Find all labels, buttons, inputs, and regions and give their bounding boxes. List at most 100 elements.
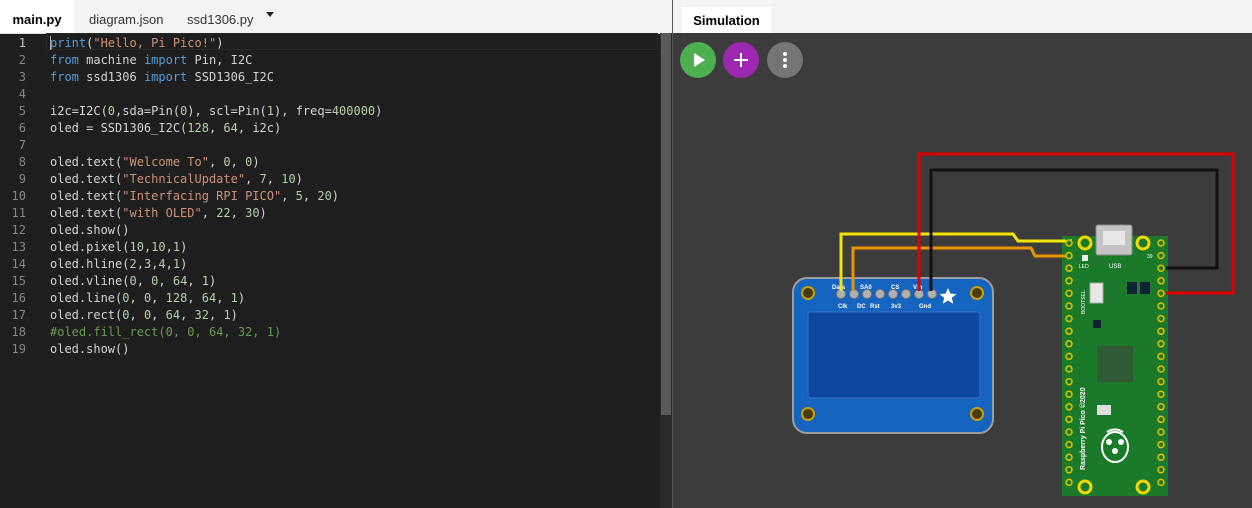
- code-line[interactable]: 12 oled.show(): [0, 222, 660, 239]
- pico-pin[interactable]: [1157, 302, 1165, 310]
- code-token: ): [331, 189, 340, 203]
- code-line[interactable]: 13 oled.pixel(10,10,1): [0, 239, 660, 256]
- oled-mount-hole-icon: [970, 407, 984, 421]
- pico-pin[interactable]: [1157, 264, 1165, 272]
- pico-pin[interactable]: [1065, 415, 1073, 424]
- pico-pin[interactable]: [1157, 415, 1165, 424]
- code-line[interactable]: 2 from machine import Pin, I2C: [0, 52, 660, 69]
- code-token: 0: [107, 104, 116, 118]
- pico-pin[interactable]: [1065, 340, 1073, 348]
- editor-scrollbar[interactable]: [660, 33, 672, 508]
- oled-pin[interactable]: [901, 289, 911, 299]
- pico-pin[interactable]: [1065, 453, 1073, 461]
- more-options-button[interactable]: [767, 42, 803, 78]
- pico-pin[interactable]: [1065, 377, 1073, 386]
- editor-scrollbar-thumb[interactable]: [661, 33, 671, 415]
- code-line[interactable]: 11 oled.text("with OLED", 22, 30): [0, 205, 660, 222]
- pico-pin[interactable]: [1065, 478, 1073, 487]
- pico-pin[interactable]: [1157, 478, 1165, 487]
- tab-ssd1306-py[interactable]: ssd1306.py: [187, 0, 254, 33]
- oled-label-3v3: 3v3: [891, 304, 902, 310]
- pico-pin[interactable]: [1065, 403, 1073, 411]
- code-token: 1: [201, 274, 209, 288]
- tabs-dropdown-icon[interactable]: [266, 12, 274, 17]
- code-token: 64: [223, 121, 238, 135]
- pico-pin[interactable]: [1065, 390, 1073, 398]
- code-token: ), freq=: [274, 104, 332, 118]
- code-line[interactable]: 15 oled.vline(0, 0, 64, 1): [0, 273, 660, 290]
- mount-hole-icon: [1077, 479, 1093, 495]
- code-token: 7: [259, 172, 267, 186]
- pico-pin[interactable]: [1157, 340, 1165, 348]
- code-line[interactable]: 16 oled.line(0, 0, 128, 64, 1): [0, 290, 660, 307]
- code-token: ,: [136, 274, 152, 288]
- oled-label-clk: Clk: [838, 304, 848, 310]
- line-number: 17: [11, 308, 26, 322]
- pico-pin[interactable]: [1157, 314, 1165, 323]
- code-token: oled.vline(: [50, 274, 130, 288]
- pico-pin[interactable]: [1065, 289, 1073, 298]
- code-line[interactable]: 3 from ssd1306 import SSD1306_I2C: [0, 69, 660, 86]
- pico-pin[interactable]: [1065, 327, 1073, 335]
- oled-pin[interactable]: [875, 289, 885, 299]
- oled-display[interactable]: Data SA0 CS Vin Clk DC Rst 3v3 Gnd: [792, 277, 994, 434]
- oled-screen: [807, 311, 981, 399]
- code-line[interactable]: 14 oled.hline(2,3,4,1): [0, 256, 660, 273]
- pico-pin[interactable]: [1157, 239, 1165, 247]
- code-editor-panel: main.py diagram.json ssd1306.py 1 print("…: [0, 0, 672, 508]
- code-token: 10: [151, 240, 166, 254]
- pico-pin[interactable]: [1157, 365, 1165, 373]
- raspberry-pi-pico[interactable]: USB LED 1 2 39 BOOTSEL Raspberry Pi Pico…: [1062, 224, 1168, 496]
- pico-pin[interactable]: [1157, 352, 1165, 361]
- pico-pin[interactable]: [1065, 466, 1073, 474]
- code-text: from ssd1306 import SSD1306_I2C: [50, 69, 274, 86]
- pico-pin[interactable]: [1065, 239, 1073, 247]
- pico-pin[interactable]: [1157, 466, 1165, 474]
- code-line[interactable]: 19 oled.show(): [0, 341, 660, 358]
- pico-pin[interactable]: [1157, 453, 1165, 461]
- pico-pin[interactable]: [1065, 277, 1073, 285]
- bootsel-button[interactable]: [1089, 282, 1104, 304]
- pico-pin[interactable]: [1157, 327, 1165, 335]
- start-simulation-button[interactable]: [680, 42, 716, 78]
- line-number: 18: [11, 325, 26, 339]
- tab-simulation[interactable]: Simulation: [682, 7, 771, 33]
- pico-pin[interactable]: [1157, 428, 1165, 436]
- pico-pin[interactable]: [1065, 428, 1073, 436]
- pico-pin[interactable]: [1157, 377, 1165, 386]
- tab-diagram-json[interactable]: diagram.json: [89, 0, 163, 33]
- code-line[interactable]: 18 #oled.fill_rect(0, 0, 64, 32, 1): [0, 324, 660, 341]
- pico-pin[interactable]: [1065, 302, 1073, 310]
- pico-pin[interactable]: [1065, 352, 1073, 361]
- tab-main-py[interactable]: main.py: [0, 0, 74, 33]
- code-token: oled.show(): [50, 223, 130, 237]
- code-line[interactable]: 1 print("Hello, Pi Pico!"): [0, 35, 660, 52]
- code-line[interactable]: 9 oled.text("TechnicalUpdate", 7, 10): [0, 171, 660, 188]
- add-part-button[interactable]: [723, 42, 759, 78]
- pico-pin[interactable]: [1065, 264, 1073, 272]
- pico-pin[interactable]: [1157, 277, 1165, 285]
- code-line[interactable]: 10 oled.text("Interfacing RPI PICO", 5, 2…: [0, 188, 660, 205]
- pico-pin[interactable]: [1157, 440, 1165, 449]
- code-line[interactable]: 6 oled = SSD1306_I2C(128, 64, i2c): [0, 120, 660, 137]
- code-line[interactable]: 17 oled.rect(0, 0, 64, 32, 1): [0, 307, 660, 324]
- code-line[interactable]: 8 oled.text("Welcome To", 0, 0): [0, 154, 660, 171]
- pico-pin[interactable]: [1157, 289, 1165, 298]
- code-area[interactable]: 1 print("Hello, Pi Pico!") 2 from machine i…: [0, 33, 660, 508]
- code-token: 20: [317, 189, 332, 203]
- code-text: oled.pixel(10,10,1): [50, 239, 187, 256]
- code-token: 1: [230, 291, 238, 305]
- pico-pin[interactable]: [1157, 403, 1165, 411]
- pico-pin[interactable]: [1065, 440, 1073, 449]
- pico-pin[interactable]: [1157, 251, 1165, 260]
- code-line[interactable]: 5 i2c=I2C(0,sda=Pin(0), scl=Pin(1), freq=…: [0, 103, 660, 120]
- pico-pin[interactable]: [1065, 365, 1073, 373]
- pico-pin[interactable]: [1065, 314, 1073, 323]
- pico-pin[interactable]: [1157, 390, 1165, 398]
- line-number: 3: [18, 70, 26, 84]
- code-line[interactable]: 4: [0, 86, 660, 103]
- pico-pin[interactable]: [1065, 251, 1073, 260]
- code-token: ,: [216, 291, 231, 305]
- simulation-canvas[interactable]: Data SA0 CS Vin Clk DC Rst 3v3 Gnd USB L…: [673, 0, 1252, 508]
- code-line[interactable]: 7: [0, 137, 660, 154]
